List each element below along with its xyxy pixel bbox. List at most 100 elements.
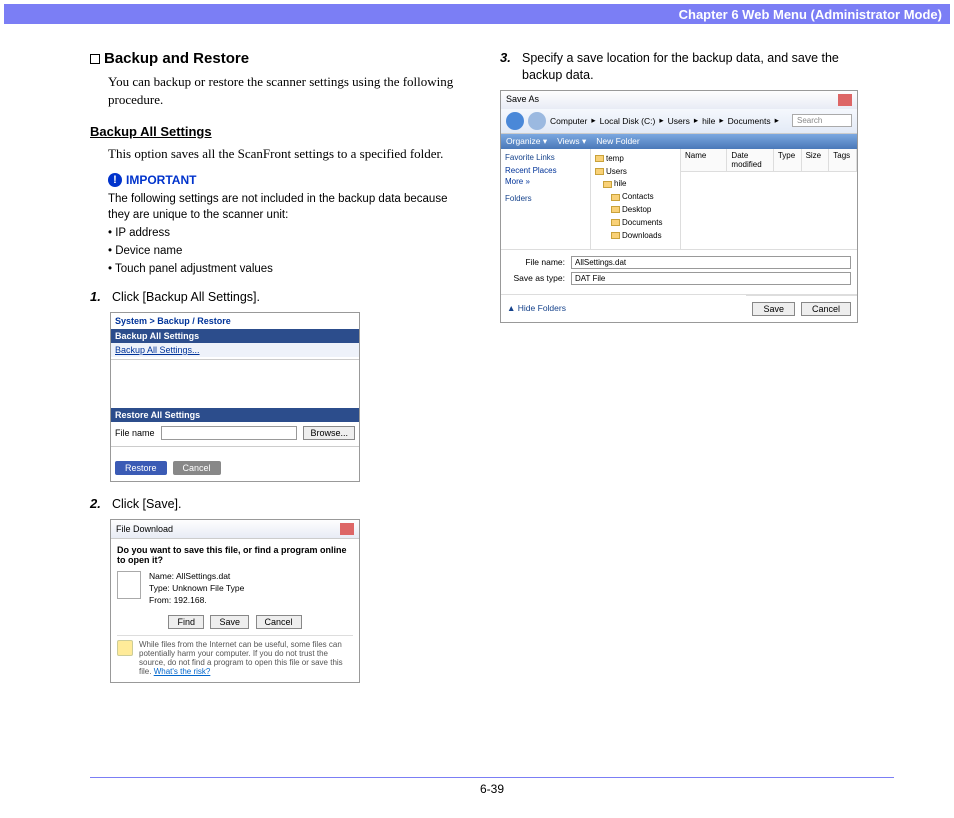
- path-segment[interactable]: Documents: [728, 116, 771, 126]
- dialog-main: Favorite Links Recent Places More » Fold…: [501, 149, 857, 249]
- path-segment[interactable]: hile: [702, 116, 715, 126]
- section-heading: Backup and Restore: [90, 50, 460, 67]
- filename-label: File name:: [507, 257, 565, 267]
- filename-label: File name: [115, 428, 155, 438]
- step-3: 3. Specify a save location for the backu…: [500, 50, 870, 84]
- tree-item[interactable]: Documents: [595, 217, 676, 230]
- dialog-title: File Download: [116, 524, 173, 534]
- path-segment[interactable]: Computer: [550, 116, 587, 126]
- address-bar: Computer ▸ Local Disk (C:) ▸ Users ▸ hil…: [501, 109, 857, 134]
- toolbar: Organize ▾ Views ▾ New Folder: [501, 134, 857, 149]
- step-2: 2. Click [Save].: [90, 496, 460, 513]
- important-text: The following settings are not included …: [108, 191, 460, 277]
- folder-tree: temp Users hile Contacts Desktop Documen…: [591, 149, 681, 249]
- dialog-actions: Find Save Cancel: [117, 615, 353, 629]
- dialog-bottom: ▲ Hide Folders Save Cancel: [501, 294, 857, 322]
- filename-input[interactable]: [161, 426, 298, 440]
- save-fields: File name: AllSettings.dat Save as type:…: [501, 249, 857, 294]
- panel-header: Restore All Settings: [111, 408, 359, 422]
- file-icon: [117, 571, 141, 599]
- important-bullet: • Device name: [108, 243, 460, 259]
- folder-icon: [603, 181, 612, 188]
- tree-item[interactable]: temp: [595, 153, 676, 166]
- views-menu[interactable]: Views ▾: [557, 136, 586, 147]
- favorites-title: Favorite Links: [505, 153, 586, 162]
- col-header[interactable]: Size: [802, 149, 830, 171]
- important-intro: The following settings are not included …: [108, 191, 460, 223]
- sub-heading: Backup All Settings: [90, 124, 460, 139]
- step-1: 1. Click [Backup All Settings].: [90, 289, 460, 306]
- tree-item[interactable]: Downloads: [595, 230, 676, 243]
- file-list: Name Date modified Type Size Tags: [681, 149, 857, 249]
- right-column: 3. Specify a save location for the backu…: [500, 50, 870, 697]
- step-text: Specify a save location for the backup d…: [522, 50, 870, 84]
- tree-item[interactable]: Desktop: [595, 204, 676, 217]
- find-button[interactable]: Find: [168, 615, 204, 629]
- risk-link[interactable]: What's the risk?: [154, 667, 211, 676]
- dialog-title: Save As: [506, 94, 539, 106]
- file-info: Name: AllSettings.dat Type: Unknown File…: [117, 571, 353, 607]
- savetype-label: Save as type:: [507, 273, 565, 283]
- forward-icon[interactable]: [528, 112, 546, 130]
- col-header[interactable]: Date modified: [727, 149, 773, 171]
- favorite-link[interactable]: Recent Places: [505, 166, 586, 175]
- dialog-titlebar: File Download: [111, 520, 359, 539]
- col-header[interactable]: Name: [681, 149, 727, 171]
- col-header[interactable]: Tags: [829, 149, 857, 171]
- organize-menu[interactable]: Organize ▾: [506, 136, 547, 147]
- folder-icon: [611, 194, 620, 201]
- favorite-link[interactable]: More »: [505, 177, 586, 186]
- folder-icon: [595, 155, 604, 162]
- path-segment[interactable]: Users: [668, 116, 690, 126]
- step-text: Click [Backup All Settings].: [112, 289, 260, 306]
- backup-link[interactable]: Backup All Settings...: [111, 343, 359, 357]
- screenshot-file-download: File Download Do you want to save this f…: [110, 519, 360, 683]
- section-title: Backup and Restore: [104, 50, 249, 67]
- path-segment[interactable]: Local Disk (C:): [600, 116, 656, 126]
- save-button[interactable]: Save: [752, 302, 795, 316]
- cancel-button[interactable]: Cancel: [256, 615, 302, 629]
- restore-button[interactable]: Restore: [115, 461, 167, 475]
- hide-folders-link[interactable]: ▲ Hide Folders: [501, 297, 572, 319]
- search-input[interactable]: Search: [792, 114, 852, 127]
- dialog-titlebar: Save As: [501, 91, 857, 109]
- important-bullet: • IP address: [108, 225, 460, 241]
- close-icon[interactable]: [838, 94, 852, 106]
- filename-input[interactable]: AllSettings.dat: [571, 256, 851, 269]
- col-header[interactable]: Type: [774, 149, 802, 171]
- bullet-square-icon: [90, 54, 100, 64]
- cancel-button[interactable]: Cancel: [173, 461, 221, 475]
- step-number: 1.: [90, 289, 106, 306]
- dialog-footer: While files from the Internet can be use…: [117, 635, 353, 676]
- close-icon[interactable]: [340, 523, 354, 535]
- new-folder-button[interactable]: New Folder: [596, 136, 639, 147]
- page-content: Backup and Restore You can backup or res…: [90, 50, 894, 697]
- savetype-select[interactable]: DAT File: [571, 272, 851, 285]
- screenshot-save-as: Save As Computer ▸ Local Disk (C:) ▸ Use…: [500, 90, 858, 323]
- page-footer: 6-39: [90, 777, 894, 796]
- list-header: Name Date modified Type Size Tags: [681, 149, 857, 172]
- folder-icon: [611, 206, 620, 213]
- shield-icon: [117, 640, 133, 656]
- important-icon: !: [108, 173, 122, 187]
- tree-item[interactable]: hile: [595, 178, 676, 191]
- favorites-pane: Favorite Links Recent Places More » Fold…: [501, 149, 591, 249]
- folder-icon: [611, 232, 620, 239]
- tree-item[interactable]: Users: [595, 166, 676, 179]
- save-button[interactable]: Save: [210, 615, 249, 629]
- cancel-button[interactable]: Cancel: [801, 302, 851, 316]
- filename-row: File name: AllSettings.dat: [507, 256, 851, 269]
- tree-item[interactable]: Contacts: [595, 191, 676, 204]
- filename-row: File name Browse...: [111, 422, 359, 444]
- intro-text: You can backup or restore the scanner se…: [108, 73, 460, 108]
- file-meta: Name: AllSettings.dat Type: Unknown File…: [149, 571, 244, 607]
- back-icon[interactable]: [506, 112, 524, 130]
- left-column: Backup and Restore You can backup or res…: [90, 50, 460, 697]
- browse-button[interactable]: Browse...: [303, 426, 355, 440]
- important-block: ! IMPORTANT The following settings are n…: [108, 173, 460, 277]
- important-label: ! IMPORTANT: [108, 173, 460, 187]
- folders-label[interactable]: Folders: [505, 194, 586, 203]
- important-bullet: • Touch panel adjustment values: [108, 261, 460, 277]
- sub-text: This option saves all the ScanFront sett…: [108, 145, 460, 163]
- dialog-buttons: Save Cancel: [746, 295, 857, 322]
